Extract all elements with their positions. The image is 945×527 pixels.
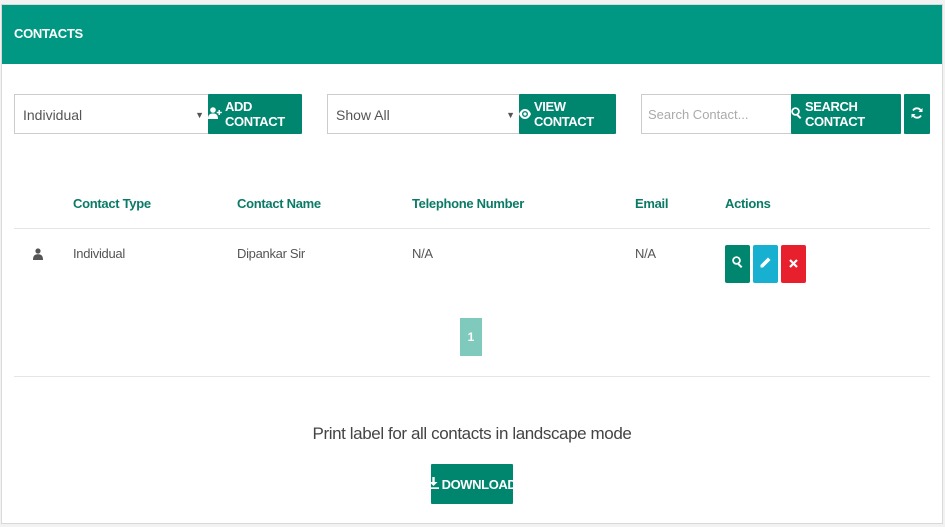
search-contact-input[interactable]: Search Contact... (641, 94, 792, 134)
pagination-page-1[interactable]: 1 (460, 318, 482, 356)
column-header-telephone: Telephone Number (412, 196, 524, 211)
view-row-button[interactable] (725, 245, 750, 283)
chevron-down-icon: ▼ (506, 110, 515, 120)
download-button[interactable]: DOWNLOAD (427, 464, 517, 504)
cell-email: N/A (635, 246, 656, 261)
close-icon (789, 255, 798, 273)
user-plus-icon (208, 106, 222, 122)
edit-row-button[interactable] (753, 245, 778, 283)
column-header-email: Email (635, 196, 669, 211)
cell-contact-name: Dipankar Sir (237, 246, 305, 261)
refresh-icon (911, 106, 923, 122)
column-header-actions: Actions (725, 196, 771, 211)
pagination-page-label: 1 (467, 330, 475, 344)
add-contact-label: ADD CONTACT (225, 99, 285, 129)
panel-header: CONTACTS (2, 5, 942, 64)
search-icon (791, 106, 802, 122)
contact-type-select[interactable]: Individual ▼ (14, 94, 209, 134)
chevron-down-icon: ▼ (195, 110, 204, 120)
user-icon (33, 247, 43, 265)
download-icon (427, 476, 439, 492)
filter-select-value: Show All (336, 107, 390, 123)
view-contact-button[interactable]: VIEW CONTACT (519, 94, 616, 134)
add-contact-button[interactable]: ADD CONTACT (208, 94, 302, 134)
search-icon (732, 255, 743, 273)
panel-title: CONTACTS (14, 26, 83, 41)
delete-row-button[interactable] (781, 245, 806, 283)
cell-telephone: N/A (412, 246, 433, 261)
pencil-icon (760, 255, 771, 273)
search-contact-button[interactable]: SEARCH CONTACT (791, 94, 901, 134)
print-label-text: Print label for all contacts in landscap… (312, 424, 632, 443)
refresh-button[interactable] (904, 94, 930, 134)
cell-contact-type: Individual (73, 246, 125, 261)
section-divider (14, 376, 930, 377)
search-placeholder: Search Contact... (648, 107, 749, 122)
header-divider (14, 228, 930, 229)
contact-type-select-value: Individual (23, 107, 83, 123)
eye-icon (519, 107, 531, 122)
search-contact-label: SEARCH CONTACT (805, 99, 865, 129)
filter-select[interactable]: Show All ▼ (327, 94, 520, 134)
contacts-panel: CONTACTS Individual ▼ ADD CONTACT Show A… (1, 4, 943, 524)
column-header-contact-type: Contact Type (73, 196, 151, 211)
column-header-contact-name: Contact Name (237, 196, 321, 211)
download-label: DOWNLOAD (441, 476, 517, 492)
view-contact-label: VIEW CONTACT (534, 99, 594, 129)
